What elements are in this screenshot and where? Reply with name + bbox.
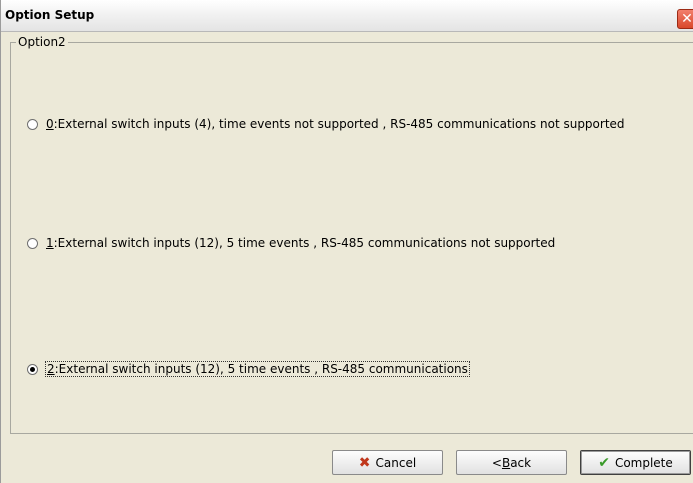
close-button[interactable]: ✕ [677, 9, 693, 29]
option-0-text: :External switch inputs (4), time events… [53, 117, 625, 131]
complete-label: Complete [614, 455, 673, 470]
x-icon: ✖ [358, 454, 371, 471]
close-icon: ✕ [681, 11, 693, 27]
option-0-label: 0:External switch inputs (4), time event… [45, 117, 626, 131]
option-2-label: 2:External switch inputs (12), 5 time ev… [45, 361, 470, 377]
title-bar[interactable]: Option Setup ✕ [1, 0, 693, 32]
radio-button[interactable] [27, 237, 38, 249]
option-2-radio[interactable]: 2:External switch inputs (12), 5 time ev… [27, 360, 470, 378]
option-1-label: 1:External switch inputs (12), 5 time ev… [45, 236, 556, 250]
back-button[interactable]: < Back [456, 450, 567, 475]
dialog-title: Option Setup [5, 8, 95, 22]
complete-button[interactable]: ✔ Complete [580, 450, 691, 475]
option-1-text: :External switch inputs (12), 5 time eve… [53, 236, 556, 250]
back-rest: ack [510, 455, 532, 470]
option-setup-dialog: Option Setup ✕ Option2 0:External switch… [0, 0, 693, 483]
check-icon: ✔ [598, 454, 610, 471]
option-2-text: :External switch inputs (12), 5 time eve… [54, 362, 468, 376]
back-prefix: < [491, 455, 502, 470]
option-0-key: 0 [46, 117, 54, 131]
option-0-radio[interactable]: 0:External switch inputs (4), time event… [27, 115, 626, 133]
cancel-label: Cancel [375, 455, 417, 470]
option-1-radio[interactable]: 1:External switch inputs (12), 5 time ev… [27, 234, 556, 252]
radio-button[interactable] [27, 118, 38, 130]
option-1-key: 1 [46, 236, 54, 250]
option-2-key: 2 [47, 362, 55, 376]
cancel-button[interactable]: ✖ Cancel [332, 450, 443, 475]
radio-button-selected[interactable] [27, 363, 38, 375]
back-mnemonic: B [501, 455, 511, 470]
group-legend: Option2 [16, 35, 68, 49]
